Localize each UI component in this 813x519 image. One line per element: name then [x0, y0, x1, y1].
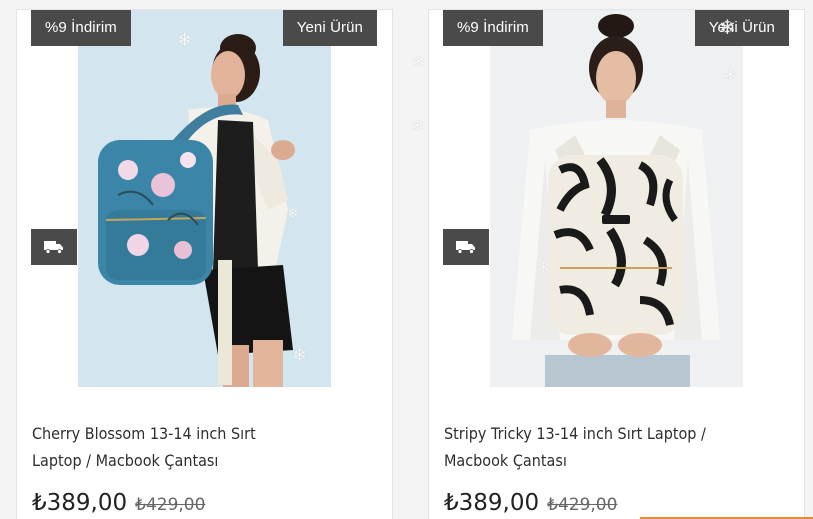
truck-icon — [44, 241, 63, 254]
snowflake-icon: ❄ — [411, 118, 425, 135]
product-image-area[interactable]: %9 İndirim Yeni Ürün ❄ ❄ ❄ — [429, 10, 804, 395]
product-grid: %9 İndirim Yeni Ürün ❄ ❄ ❄ Cherry Blosso… — [0, 0, 813, 519]
price-block: ₺389,00 ₺429,00 — [444, 490, 617, 516]
model-floral-backpack-illustration — [78, 10, 331, 387]
current-price: ₺389,00 — [444, 490, 540, 516]
product-image[interactable] — [490, 10, 743, 387]
price-block: ₺389,00 ₺429,00 — [32, 490, 205, 516]
product-title[interactable]: Stripy Tricky 13-14 inch Sırt Laptop / M… — [444, 420, 714, 474]
product-title[interactable]: Cherry Blossom 13-14 inch Sırt Laptop / … — [32, 420, 302, 474]
current-price: ₺389,00 — [32, 490, 128, 516]
product-image-area[interactable]: %9 İndirim Yeni Ürün ❄ ❄ ❄ — [17, 10, 392, 395]
new-product-badge: Yeni Ürün — [282, 10, 377, 46]
product-image[interactable] — [78, 10, 331, 387]
new-product-badge: Yeni Ürün — [694, 10, 789, 46]
model-zebra-backpack-illustration — [490, 10, 743, 387]
old-price: ₺429,00 — [135, 495, 206, 515]
truck-icon — [456, 241, 475, 254]
free-shipping-badge — [31, 229, 77, 265]
snowflake-icon: ❄ — [412, 54, 426, 71]
old-price: ₺429,00 — [547, 495, 618, 515]
product-card[interactable]: %9 İndirim Yeni Ürün ❄ ❄ ❄ Stripy Tricky… — [428, 9, 805, 519]
discount-badge: %9 İndirim — [31, 10, 131, 46]
discount-badge: %9 İndirim — [443, 10, 543, 46]
free-shipping-badge — [443, 229, 489, 265]
product-card[interactable]: %9 İndirim Yeni Ürün ❄ ❄ ❄ Cherry Blosso… — [16, 9, 393, 519]
